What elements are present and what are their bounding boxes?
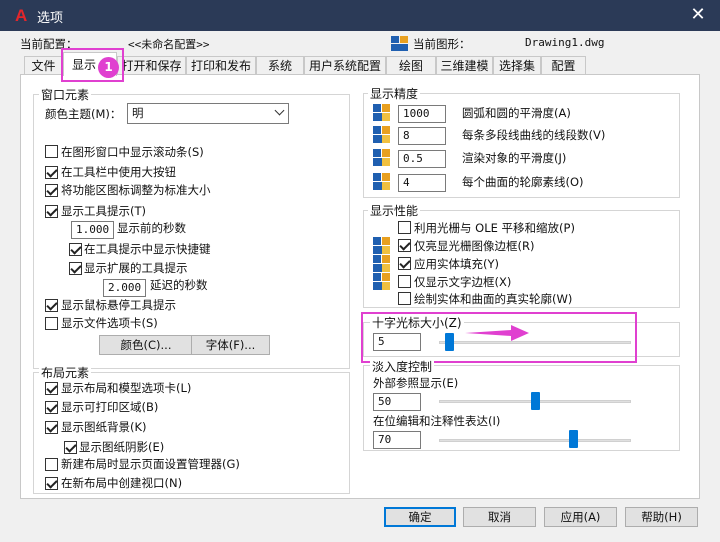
autocad-logo-icon: A (15, 6, 28, 25)
contour-lines-label: 每个曲面的轮廓素线(O) (462, 175, 584, 189)
show-extended-tooltips-checkbox[interactable] (69, 262, 82, 275)
current-drawing-value: Drawing1.dwg (525, 36, 605, 49)
extended-delay-input[interactable]: 2.000 (103, 279, 146, 297)
resolution-setting-icon (373, 149, 391, 167)
paper-background-label: 显示图纸背景(K) (61, 420, 147, 434)
inplace-edit-label: 在位编辑和注释性表达(I) (373, 414, 501, 428)
xref-display-input[interactable]: 50 (373, 393, 421, 411)
tab-files[interactable]: 文件 (24, 56, 63, 76)
tab-3d-modeling[interactable]: 三维建模 (436, 56, 493, 76)
tab-open-save[interactable]: 打开和保存 (117, 56, 186, 76)
show-tooltips-label: 显示工具提示(T) (61, 204, 146, 218)
resolution-setting-icon (373, 173, 391, 191)
raster-ole-label: 利用光栅与 OLE 平移和缩放(P) (414, 221, 575, 235)
tab-drafting[interactable]: 绘图 (386, 56, 436, 76)
tab-selection[interactable]: 选择集 (493, 56, 541, 76)
chevron-down-icon (274, 105, 285, 116)
color-theme-label: 颜色主题(M)： (45, 107, 122, 121)
resolution-setting-icon (373, 255, 391, 273)
true-silhouettes-label: 绘制实体和曲面的真实轮廓(W) (414, 292, 573, 306)
tooltip-delay-input[interactable]: 1.000 (71, 221, 114, 239)
tab-system[interactable]: 系统 (256, 56, 304, 76)
step-badge: 1 (98, 57, 119, 78)
layout-elements-title: 布局元素 (39, 364, 92, 381)
display-panel: 窗口元素 颜色主题(M)： 明 在图形窗口中显示滚动条(S) 在工具栏中使用大按… (20, 74, 700, 499)
tab-user-preferences[interactable]: 用户系统配置 (304, 56, 386, 76)
rollover-tooltips-label: 显示鼠标悬停工具提示 (61, 298, 176, 312)
ok-button[interactable]: 确定 (384, 507, 456, 527)
tab-plot-publish[interactable]: 打印和发布 (186, 56, 256, 76)
show-shortcut-checkbox[interactable] (69, 243, 82, 256)
resize-ribbon-icons-label: 将功能区图标调整为标准大小 (61, 183, 211, 197)
tab-profiles[interactable]: 配置 (541, 56, 586, 76)
text-frame-label: 仅显示文字边框(X) (414, 275, 512, 289)
page-setup-manager-label: 新建布局时显示页面设置管理器(G) (61, 457, 240, 471)
show-extended-tooltips-label: 显示扩展的工具提示 (84, 261, 188, 275)
help-button[interactable]: 帮助(H) (625, 507, 698, 527)
printable-area-checkbox[interactable] (45, 401, 58, 414)
solid-fill-label: 应用实体填充(Y) (414, 257, 499, 271)
arrow-annotation-icon (465, 325, 531, 344)
text-frame-checkbox[interactable] (398, 275, 411, 288)
layout-model-tabs-label: 显示布局和模型选项卡(L) (61, 381, 192, 395)
drawing-file-icon (391, 36, 409, 54)
show-scrollbars-label: 在图形窗口中显示滚动条(S) (61, 145, 204, 159)
rendered-smoothness-label: 渲染对象的平滑度(J) (462, 151, 567, 165)
display-resolution-title: 显示精度 (368, 85, 421, 102)
polyline-segments-label: 每条多段线曲线的线段数(V) (462, 128, 606, 142)
show-tooltips-checkbox[interactable] (45, 205, 58, 218)
current-drawing-label: 当前图形： (413, 37, 471, 51)
rollover-tooltips-checkbox[interactable] (45, 299, 58, 312)
cancel-button[interactable]: 取消 (463, 507, 536, 527)
solid-fill-checkbox[interactable] (398, 257, 411, 270)
printable-area-label: 显示可打印区域(B) (61, 400, 159, 414)
raster-frame-label: 仅亮显光栅图像边框(R) (414, 239, 535, 253)
apply-button[interactable]: 应用(A) (544, 507, 617, 527)
raster-frame-checkbox[interactable] (398, 239, 411, 252)
create-viewport-label: 在新布局中创建视口(N) (61, 476, 183, 490)
extended-delay-label: 延迟的秒数 (150, 278, 208, 292)
tooltip-delay-label: 显示前的秒数 (117, 221, 186, 235)
show-scrollbars-checkbox[interactable] (45, 145, 58, 158)
file-tabs-label: 显示文件选项卡(S) (61, 316, 158, 330)
paper-shadow-label: 显示图纸阴影(E) (79, 440, 165, 454)
page-setup-manager-checkbox[interactable] (45, 458, 58, 471)
paper-background-checkbox[interactable] (45, 421, 58, 434)
resolution-setting-icon (373, 237, 391, 255)
colors-button[interactable]: 颜色(C)... (99, 335, 193, 355)
large-buttons-label: 在工具栏中使用大按钮 (61, 165, 176, 179)
resolution-setting-icon (373, 104, 391, 122)
xref-display-slider-thumb[interactable] (531, 392, 540, 410)
xref-display-label: 外部参照显示(E) (373, 376, 459, 390)
window-title: 选项 (37, 11, 64, 26)
title-bar: A 选项 ✕ (0, 0, 720, 31)
true-silhouettes-checkbox[interactable] (398, 292, 411, 305)
paper-shadow-checkbox[interactable] (64, 441, 77, 454)
close-icon[interactable]: ✕ (686, 3, 710, 27)
inplace-edit-input[interactable]: 70 (373, 431, 421, 449)
display-performance-title: 显示性能 (368, 202, 421, 219)
contour-lines-input[interactable]: 4 (398, 174, 446, 192)
layout-model-tabs-checkbox[interactable] (45, 382, 58, 395)
file-tabs-checkbox[interactable] (45, 317, 58, 330)
arc-smoothness-input[interactable]: 1000 (398, 105, 446, 123)
inplace-edit-slider-thumb[interactable] (569, 430, 579, 448)
raster-ole-checkbox[interactable] (398, 221, 411, 234)
resolution-setting-icon (373, 273, 391, 291)
rendered-smoothness-input[interactable]: 0.5 (398, 150, 446, 168)
fade-control-title: 淡入度控制 (370, 358, 435, 375)
color-theme-select[interactable]: 明 (127, 103, 289, 124)
resize-ribbon-icons-checkbox[interactable] (45, 184, 58, 197)
inplace-edit-slider-track[interactable] (439, 439, 631, 442)
create-viewport-checkbox[interactable] (45, 477, 58, 490)
options-dialog: A 选项 ✕ 当前配置： <<未命名配置>> 当前图形： Drawing1.dw… (0, 0, 720, 542)
large-buttons-checkbox[interactable] (45, 166, 58, 179)
fonts-button[interactable]: 字体(F)... (191, 335, 270, 355)
window-elements-title: 窗口元素 (39, 86, 92, 103)
arc-smoothness-label: 圆弧和圆的平滑度(A) (462, 106, 571, 120)
current-profile-value: <<未命名配置>> (128, 38, 210, 51)
show-shortcut-label: 在工具提示中显示快捷键 (84, 242, 211, 256)
resolution-setting-icon (373, 126, 391, 144)
polyline-segments-input[interactable]: 8 (398, 127, 446, 145)
